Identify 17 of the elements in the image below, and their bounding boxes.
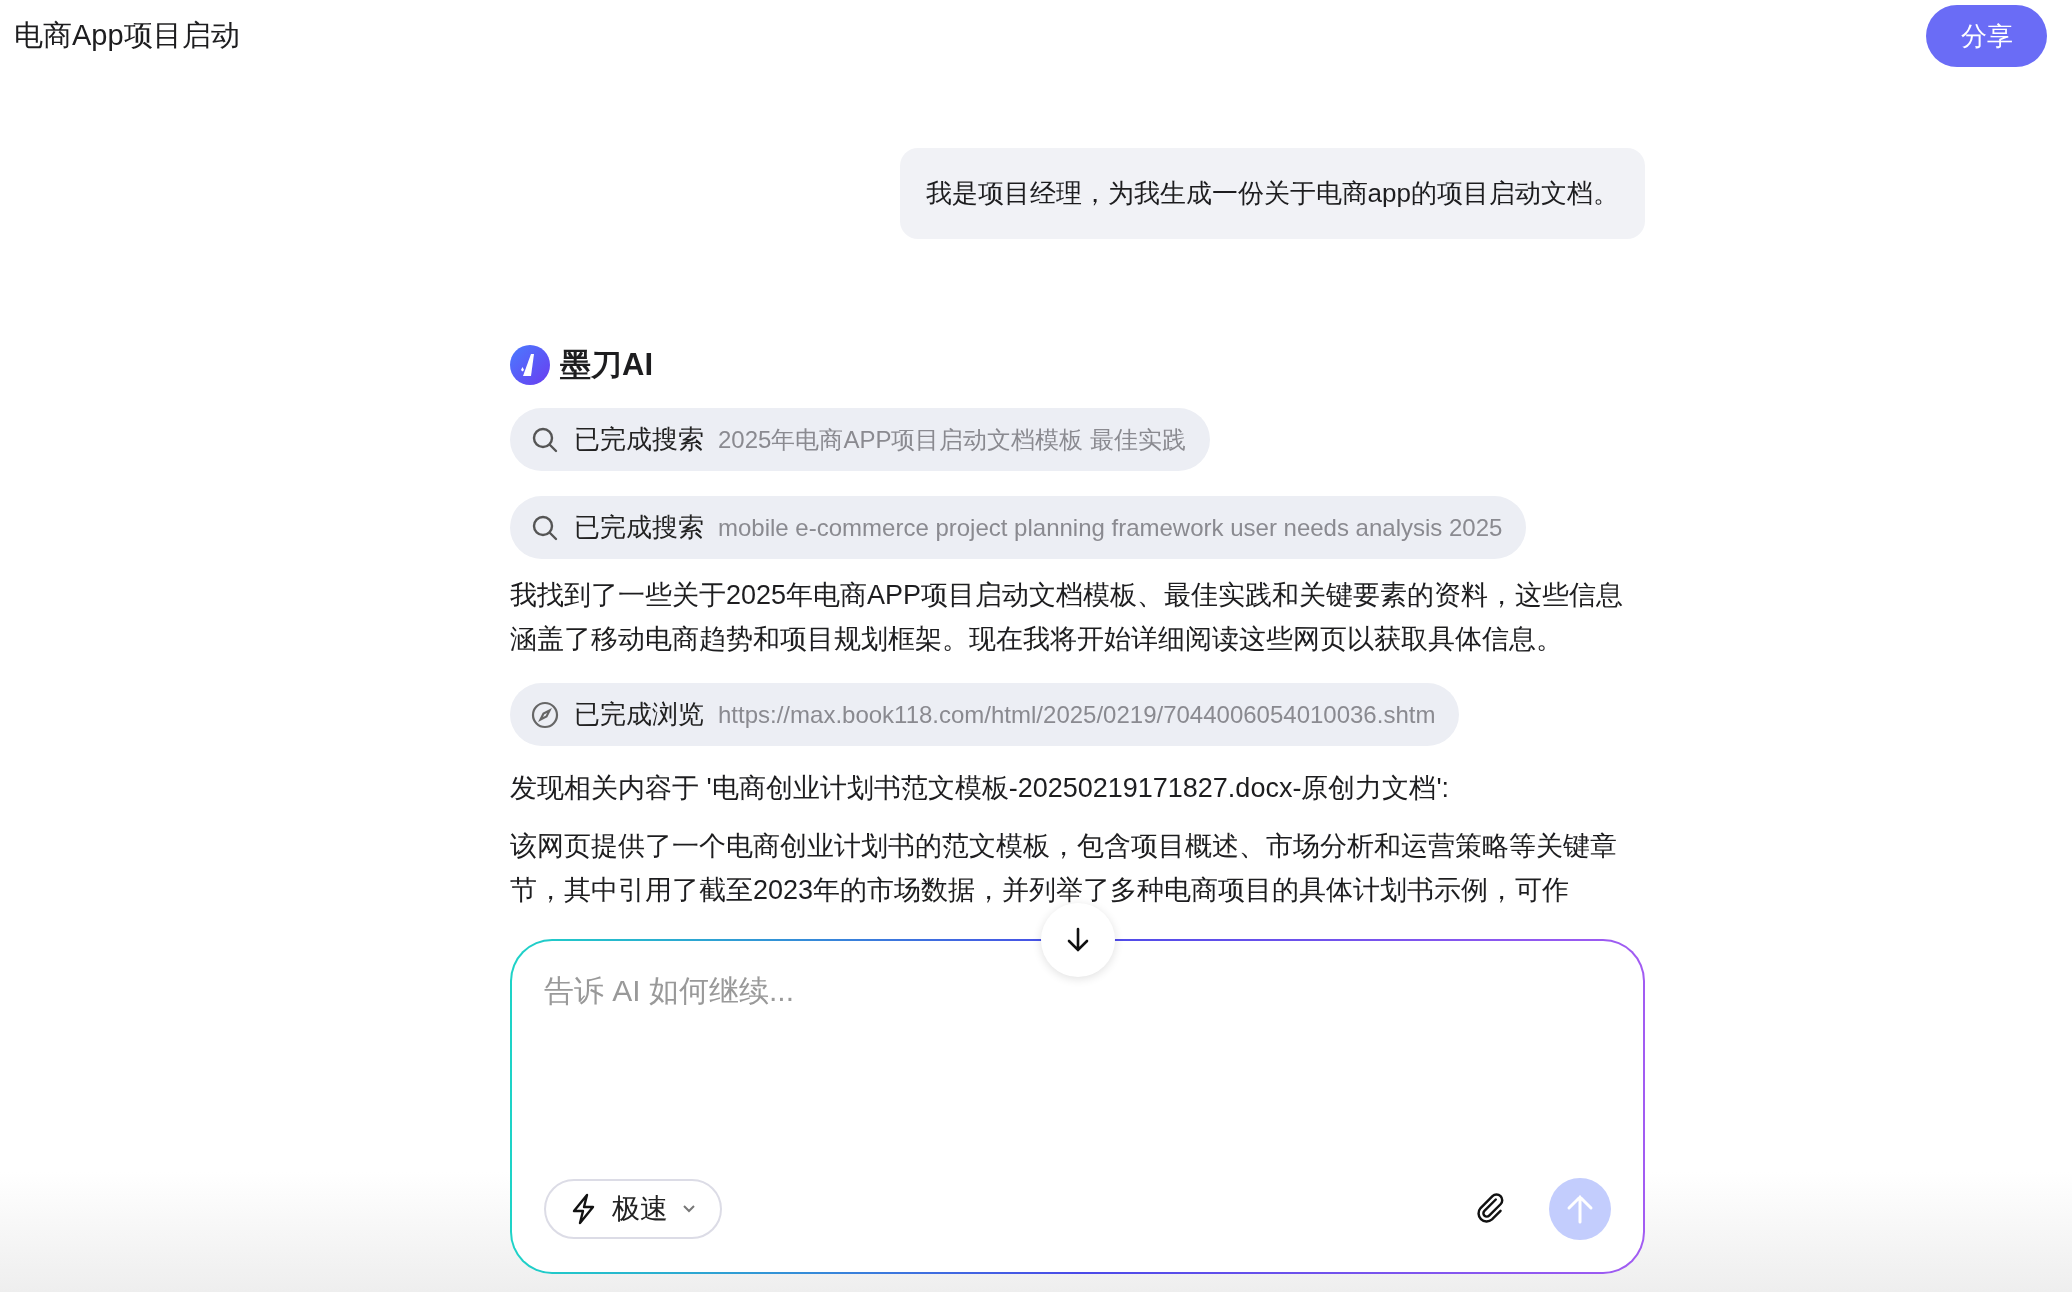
user-message-bubble: 我是项目经理，为我生成一份关于电商app的项目启动文档。 — [899, 148, 1645, 239]
arrow-down-icon — [1065, 926, 1091, 954]
search-step-chip[interactable]: 已完成搜索 2025年电商APP项目启动文档模板 最佳实践 — [510, 408, 1211, 471]
assistant-name: 墨刀AI — [560, 346, 653, 384]
answer-paragraph: 我找到了一些关于2025年电商APP项目启动文档模板、最佳实践和关键要素的资料，这些信息涵盖了移动电商趋势和项目规划框架。现在我将开始详细阅读这些网页以获取具体信息。 — [510, 579, 1625, 656]
search-step-chip[interactable]: 已完成搜索 mobile e-commerce project planning framework user needs analysis 2025 — [510, 496, 1527, 559]
page-title: 电商App项目启动 — [14, 18, 240, 53]
answer-paragraph: 该网页提供了一个电商创业计划书的范文模板，包含项目概述、市场分析和运营策略等关键章节，其中引用了截至2023年的市场数据，并列举了多种电商项目的具体计划书示例，可作 — [510, 830, 1618, 907]
logo-icon — [510, 345, 550, 385]
scroll-down-button[interactable] — [1041, 903, 1115, 977]
share-button[interactable]: 分享 — [1926, 5, 2047, 67]
caret-icon — [682, 1204, 696, 1214]
answer-paragraph: 发现相关内容于 '电商创业计划书范文模板-20250219171827.docx-原创力文档': — [510, 772, 1450, 805]
compass-icon — [530, 699, 560, 730]
arrow-up-icon — [1565, 1193, 1595, 1225]
browse-step-chip[interactable]: 已完成浏览 https://max.book118.com/html/2025/0219/7044006054010036.shtm — [510, 683, 1460, 746]
speed-mode-button[interactable]: 极速 — [544, 1179, 722, 1239]
